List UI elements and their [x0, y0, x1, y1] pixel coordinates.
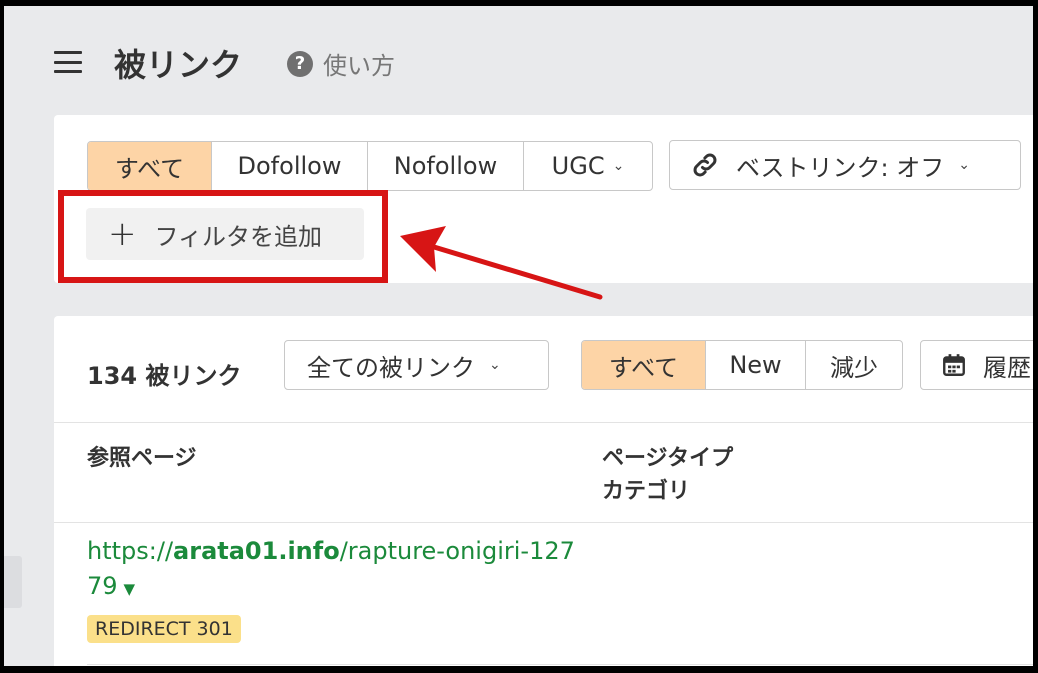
referring-page-link[interactable]: https://arata01.info/rapture-onigiri-127… [87, 537, 575, 600]
change-filter-lost[interactable]: 減少 [806, 341, 902, 389]
link-type-all-label: すべて [114, 154, 185, 183]
column-page-type-line1: ページタイプ [602, 446, 734, 471]
filters-panel: すべて Dofollow Nofollow UGC ⌄ ベストリンク: オフ ⌄… [54, 115, 1033, 283]
backlinks-count: 134 被リンク [87, 362, 242, 390]
link-type-nofollow-label: Nofollow [393, 152, 498, 180]
link-type-all[interactable]: すべて [88, 142, 212, 190]
best-link-toggle[interactable]: ベストリンク: オフ ⌄ [669, 140, 1021, 190]
table-row: https://arata01.info/rapture-onigiri-127… [87, 534, 587, 607]
history-button[interactable]: 履歴 [920, 340, 1033, 390]
screen: 被リンク ? 使い方 すべて Dofollow Nofollow UGC ⌄ ベ… [4, 6, 1033, 666]
redirect-badge: REDIRECT 301 [87, 615, 241, 643]
change-filter-all-label: すべて [608, 353, 679, 382]
change-filter-new-label: New [729, 351, 782, 379]
link-type-dofollow[interactable]: Dofollow [212, 142, 368, 190]
change-filter-lost-label: 減少 [830, 353, 878, 382]
header-divider [54, 422, 1033, 423]
link-type-ugc-label: UGC [551, 152, 605, 180]
link-icon [693, 153, 717, 177]
link-type-nofollow[interactable]: Nofollow [368, 142, 524, 190]
column-referring-page[interactable]: 参照ページ [87, 442, 197, 475]
caret-down-icon[interactable]: ▼ [124, 580, 136, 598]
backlinks-panel: 134 被リンク 全ての被リンク ⌄ すべて New 減少 履歴 参照ページ ペ… [54, 316, 1033, 666]
column-page-type-line2: カテゴリ [602, 479, 691, 504]
best-link-label: ベストリンク: オフ [736, 153, 945, 182]
link-type-ugc[interactable]: UGC ⌄ [524, 142, 652, 190]
calendar-icon [943, 354, 965, 376]
help-link[interactable]: ? 使い方 [287, 46, 395, 81]
chevron-down-icon: ⌄ [489, 357, 501, 373]
help-label: 使い方 [323, 52, 395, 80]
row-divider [87, 664, 1033, 665]
chevron-down-icon: ⌄ [612, 158, 625, 174]
page-title: 被リンク [114, 46, 243, 84]
row-divider [54, 522, 1033, 523]
history-label: 履歴 [983, 353, 1031, 382]
help-icon: ? [287, 50, 313, 77]
change-filter: すべて New 減少 [581, 340, 903, 390]
chevron-down-icon: ⌄ [958, 157, 970, 173]
backlink-scope-dropdown[interactable]: 全ての被リンク ⌄ [284, 340, 549, 390]
menu-icon[interactable] [54, 51, 82, 73]
annotation-highlight-box [58, 190, 388, 283]
url-domain: arata01.info [173, 537, 340, 565]
change-filter-all[interactable]: すべて [582, 341, 706, 389]
column-referring-page-label: 参照ページ [87, 446, 197, 471]
link-type-filter: すべて Dofollow Nofollow UGC ⌄ [87, 141, 653, 191]
url-prefix: https:// [87, 537, 174, 565]
link-type-dofollow-label: Dofollow [237, 152, 342, 180]
change-filter-new[interactable]: New [706, 341, 806, 389]
side-panel-handle[interactable] [4, 556, 22, 608]
column-page-type[interactable]: ページタイプ カテゴリ [602, 442, 733, 508]
backlink-scope-label: 全ての被リンク [307, 353, 475, 382]
